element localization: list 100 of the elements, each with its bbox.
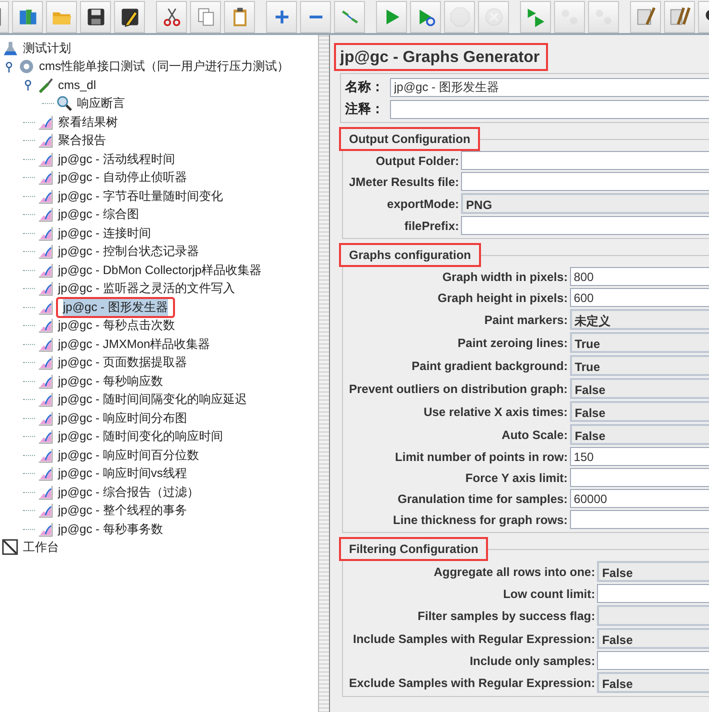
flask-icon	[2, 40, 19, 57]
tree-item[interactable]: jp@gc - 字节吞吐量随时间变化	[56, 188, 225, 205]
field-label: Paint gradient background:	[410, 358, 568, 372]
tree-item[interactable]: jp@gc - 监听器之灵活的文件写入	[56, 280, 237, 298]
tree-item[interactable]: jp@gc - 控制台状态记录器	[56, 243, 201, 260]
text-field[interactable]: 60000	[570, 489, 709, 508]
pipette-icon	[37, 76, 54, 94]
tree-item[interactable]: jp@gc - 每秒点击次数	[56, 317, 177, 334]
save-button[interactable]	[80, 0, 111, 32]
chart-icon	[37, 317, 54, 334]
tree-item[interactable]: jp@gc - 自动停止侦听器	[56, 169, 189, 186]
expand-button[interactable]	[266, 0, 297, 32]
dropdown[interactable]: False	[597, 628, 709, 649]
panel-title: jp@gc - Graphs Generator	[334, 43, 548, 71]
name-label: 名称：	[345, 78, 384, 96]
field-label: Force Y axis limit:	[464, 470, 568, 484]
text-field[interactable]	[461, 172, 709, 191]
tree-item[interactable]: jp@gc - 响应时间vs线程	[56, 465, 189, 482]
cut-button[interactable]	[156, 0, 187, 32]
dropdown[interactable]: False	[570, 424, 709, 445]
start-button[interactable]	[376, 0, 407, 32]
field-label: JMeter Results file:	[349, 174, 460, 188]
tree-item[interactable]: jp@gc - 随时间变化的响应时间	[56, 428, 225, 446]
chart-icon	[37, 428, 54, 446]
chart-icon	[37, 372, 54, 390]
remote-start-button[interactable]	[520, 0, 551, 32]
tree-item[interactable]: 察看结果树	[56, 114, 120, 131]
tree-item[interactable]: cms_dl	[56, 78, 98, 92]
group-legend: Graphs configuration	[339, 243, 482, 267]
chart-icon	[37, 336, 54, 353]
tree-item[interactable]: 响应断言	[75, 95, 127, 112]
clear-icon	[634, 6, 656, 28]
field-label: Paint zeroing lines:	[456, 336, 568, 350]
dropdown[interactable]: True	[570, 332, 709, 353]
tree-item[interactable]: jp@gc - 整个线程的事务	[56, 502, 189, 520]
tree-item[interactable]: jp@gc - 响应时间百分位数	[56, 446, 201, 464]
collapse-button[interactable]	[300, 0, 331, 32]
chart-icon	[37, 169, 54, 186]
tree-item[interactable]: 聚合报告	[56, 132, 108, 150]
copy-button[interactable]	[190, 0, 221, 32]
dropdown[interactable]: False	[570, 401, 709, 422]
save-as-button[interactable]	[114, 0, 145, 32]
dropdown[interactable]: 未定义	[570, 309, 709, 330]
text-field[interactable]	[461, 216, 709, 235]
dropdown[interactable]: PNG	[461, 193, 709, 214]
text-field[interactable]	[461, 151, 709, 170]
field-label: Limit number of points in row:	[394, 450, 568, 464]
field-label: filePrefix:	[403, 218, 460, 232]
dropdown[interactable]: True	[570, 355, 709, 376]
toggle-button[interactable]	[334, 0, 365, 32]
group-legend: Filtering Configuration	[339, 537, 488, 561]
chart-icon	[37, 262, 54, 279]
field-label: Auto Scale:	[500, 428, 568, 442]
tree-item[interactable]: jp@gc - 连接时间	[56, 224, 153, 242]
tree-item[interactable]: jp@gc - DbMon Collectorjp样品收集器	[56, 262, 264, 279]
text-field[interactable]: 150	[570, 447, 709, 466]
field-label: Include only samples:	[468, 654, 596, 668]
tree-item[interactable]: cms性能单接口测试（同一用户进行压力测试）	[37, 58, 291, 76]
chart-icon	[37, 446, 54, 464]
field-label: Prevent outliers on distribution graph:	[349, 382, 568, 396]
magnifier-icon	[56, 95, 73, 112]
dropdown[interactable]: False	[597, 672, 709, 693]
dropdown[interactable]: False	[597, 561, 709, 582]
tree-item[interactable]: jp@gc - 图形发生器	[56, 296, 175, 318]
chart-icon	[37, 465, 54, 482]
tree-item[interactable]: jp@gc - 每秒事务数	[56, 520, 165, 538]
clear-button[interactable]	[630, 0, 661, 32]
field-label: Aggregate all rows into one:	[432, 564, 596, 578]
name-field[interactable]: jp@gc - 图形发生器	[390, 78, 709, 96]
tree-item[interactable]: jp@gc - 随时间间隔变化的响应延迟	[56, 391, 249, 408]
chart-icon	[37, 132, 54, 150]
templates-button[interactable]	[12, 0, 43, 32]
chart-icon	[37, 280, 54, 298]
tree-item[interactable]: 工作台	[21, 539, 61, 556]
field-label: Graph height in pixels:	[436, 290, 568, 304]
field-label: exportMode:	[386, 196, 460, 210]
tree-item[interactable]: jp@gc - JMXMon样品收集器	[56, 336, 212, 353]
tree-item[interactable]: jp@gc - 综合报告（过滤）	[56, 484, 201, 501]
tree-item[interactable]: jp@gc - 综合图	[56, 206, 141, 224]
tree-item[interactable]: jp@gc - 活动线程时间	[56, 150, 177, 168]
chart-icon	[37, 298, 54, 316]
field-label: Exclude Samples with Regular Expression:	[349, 676, 596, 690]
field-label: Low count limit:	[502, 586, 596, 600]
text-field[interactable]: 800	[570, 267, 709, 286]
tree-item[interactable]: jp@gc - 响应时间分布图	[56, 410, 189, 427]
start-no-timers-button[interactable]	[410, 0, 441, 32]
chart-icon	[37, 243, 54, 260]
chart-icon	[37, 520, 54, 538]
field-label: Line thickness for graph rows:	[392, 512, 568, 526]
splitter-handle[interactable]	[318, 35, 330, 712]
comment-field[interactable]	[390, 100, 709, 118]
clear-all-button[interactable]	[664, 0, 695, 32]
tree-item[interactable]: jp@gc - 页面数据提取器	[56, 354, 189, 372]
paste-button[interactable]	[224, 0, 255, 32]
chart-icon	[37, 224, 54, 242]
tree-item[interactable]: jp@gc - 每秒响应数	[56, 372, 165, 390]
dropdown[interactable]: False	[570, 378, 709, 399]
text-field[interactable]: 600	[570, 288, 709, 307]
field-label: Paint markers:	[483, 312, 568, 326]
tree-item[interactable]: 测试计划	[21, 40, 73, 57]
